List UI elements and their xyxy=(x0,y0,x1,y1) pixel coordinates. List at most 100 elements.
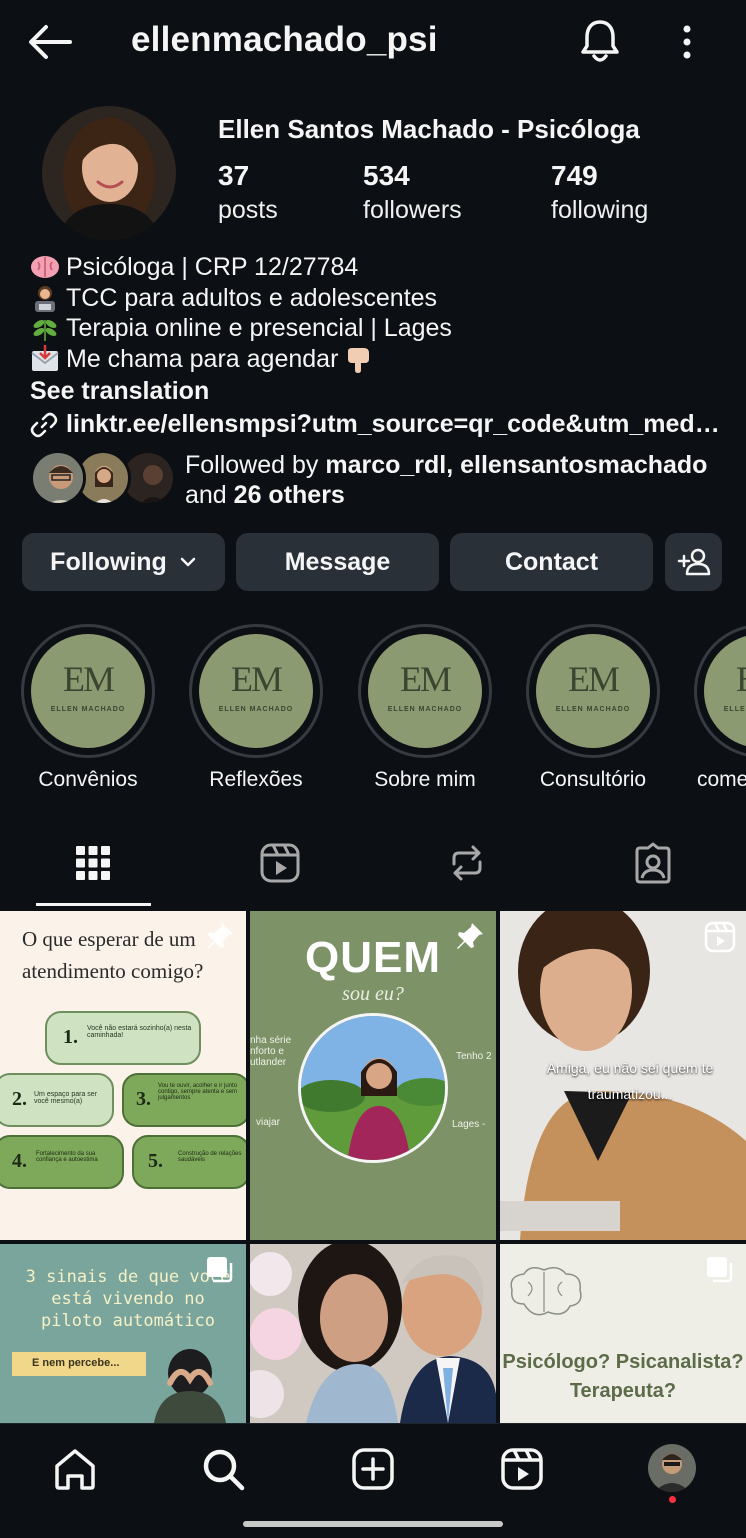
post-side-line: utlander xyxy=(250,1057,287,1068)
post-photo xyxy=(250,1244,496,1423)
profile-nav-avatar[interactable] xyxy=(648,1444,696,1492)
top-bar: ellenmachado_psi xyxy=(0,0,746,84)
highlight-monogram: EM xyxy=(704,658,746,700)
notification-bell-icon[interactable] xyxy=(578,18,622,64)
bio-line: Me chama para agendar xyxy=(30,344,452,375)
profile-link[interactable]: linktr.ee/ellensmpsi?utm_source=qr_code&… xyxy=(30,410,720,439)
post-title: O que esperar de um atendimento comigo? xyxy=(22,927,204,983)
highlight-label: come xyxy=(697,768,746,791)
brain-emoji-icon xyxy=(30,253,60,281)
more-options-icon[interactable] xyxy=(672,22,702,62)
post-item-text: Vou te ouvir, acolher e ir junto contigo… xyxy=(158,1083,238,1101)
bio-line: Psicóloga | CRP 12/27784 xyxy=(30,252,452,283)
tab-posts-grid[interactable] xyxy=(72,842,114,884)
technologist-emoji-icon xyxy=(30,284,60,312)
herb-emoji-icon xyxy=(30,314,60,342)
highlight-come[interactable]: EM ELLEN MACHADO come xyxy=(694,624,746,792)
tab-tagged[interactable] xyxy=(632,842,674,884)
search-icon[interactable] xyxy=(200,1446,246,1492)
suggested-people-button[interactable] xyxy=(665,533,722,591)
add-person-icon xyxy=(677,548,711,576)
post-subtitle: sou eu? xyxy=(342,983,404,1005)
following-label: following xyxy=(551,196,649,224)
post-tag: E nem percebe... xyxy=(12,1352,146,1376)
profile-tabs xyxy=(0,826,746,908)
post-side-line: nha série xyxy=(250,1035,292,1046)
highlight-convenios[interactable]: EM ELLEN MACHADO Convênios xyxy=(21,624,155,792)
create-post-icon[interactable] xyxy=(350,1446,396,1492)
highlight-cover-name: ELLEN MACHADO xyxy=(218,706,294,713)
home-icon[interactable] xyxy=(52,1446,98,1492)
back-arrow-icon[interactable] xyxy=(26,22,74,62)
highlight-cover-name: ELLEN MACHADO xyxy=(555,706,631,713)
highlight-sobre-mim[interactable]: EM ELLEN MACHADO Sobre mim xyxy=(358,624,492,792)
post-item-number: 1. xyxy=(63,1026,78,1048)
repost-icon xyxy=(446,842,488,884)
highlight-cover-name: ELLEN MACHADO xyxy=(387,706,463,713)
tagged-person-icon xyxy=(632,842,674,884)
inbox-emoji-icon xyxy=(30,344,60,373)
followers-stat[interactable]: 534 followers xyxy=(363,160,462,225)
pinned-post-icon xyxy=(204,921,236,953)
carousel-icon xyxy=(704,1254,736,1286)
highlight-reflexoes[interactable]: EM ELLEN MACHADO Reflexões xyxy=(189,624,323,792)
reels-nav-icon[interactable] xyxy=(499,1446,545,1492)
bio-line: Terapia online e presencial | Lages xyxy=(30,313,452,344)
post-item-text: Você não estará sozinho(a) nesta caminha… xyxy=(87,1025,192,1039)
highlight-monogram: EM xyxy=(568,659,620,699)
post-tile[interactable]: 3 sinais de que você está vivendo no pil… xyxy=(0,1244,246,1423)
link-icon xyxy=(30,411,58,439)
reels-icon xyxy=(259,842,301,884)
following-stat[interactable]: 749 following xyxy=(551,160,648,225)
post-list-item: 3. Vou te ouvir, acolher e ir junto cont… xyxy=(122,1073,246,1127)
post-tile[interactable]: Amiga, eu não sei quem te traumatizou... xyxy=(500,911,746,1240)
followed-by-text[interactable]: Followed by marco_rdl, ellensantosmachad… xyxy=(185,450,725,510)
highlight-cover: EM ELLEN MACHADO xyxy=(704,634,746,748)
tab-reposts[interactable] xyxy=(446,842,488,884)
highlight-ring: EM ELLEN MACHADO xyxy=(526,624,660,758)
carousel-icon xyxy=(204,1254,236,1286)
see-translation-link[interactable]: See translation xyxy=(30,376,452,407)
mutual-followers-avatars[interactable] xyxy=(30,450,176,508)
post-side-line: Tenho 2 xyxy=(456,1051,492,1062)
bio-line: TCC para adultos e adolescentes xyxy=(30,283,452,314)
grid-icon xyxy=(72,842,114,884)
highlight-cover: EM ELLEN MACHADO xyxy=(199,634,313,748)
post-item-text: Um espaço para ser você mesmo(a) xyxy=(34,1091,98,1105)
profile-avatar[interactable] xyxy=(42,106,176,240)
posts-count: 37 xyxy=(218,160,250,191)
posts-grid: O que esperar de um atendimento comigo? … xyxy=(0,911,746,1423)
highlight-monogram: EM xyxy=(400,659,452,699)
profile-full-name: Ellen Santos Machado - Psicóloga xyxy=(218,114,640,144)
posts-stat[interactable]: 37 posts xyxy=(218,160,278,225)
post-tile[interactable]: Psicólogo? Psicanalista? Terapeuta? xyxy=(500,1244,746,1423)
highlight-cover: EM ELLEN MACHADO xyxy=(536,634,650,748)
profile-link-text[interactable]: linktr.ee/ellensmpsi?utm_source=qr_code&… xyxy=(66,410,720,439)
contact-button-label: Contact xyxy=(504,547,599,576)
active-tab-indicator xyxy=(36,903,151,906)
post-tile[interactable] xyxy=(250,1244,496,1423)
tab-reels[interactable] xyxy=(259,842,301,884)
post-item-number: 5. xyxy=(148,1150,163,1172)
post-tile[interactable]: O que esperar de um atendimento comigo? … xyxy=(0,911,246,1240)
followers-label: followers xyxy=(363,196,462,224)
highlight-monogram: EM xyxy=(63,659,115,699)
post-illustration xyxy=(154,1349,226,1423)
pointing-down-emoji-icon xyxy=(344,345,374,373)
highlight-monogram: EM xyxy=(231,659,283,699)
highlight-consultorio[interactable]: EM ELLEN MACHADO Consultório xyxy=(526,624,660,792)
brain-illustration-icon xyxy=(510,1267,582,1316)
profile-bio: Psicóloga | CRP 12/27784 TCC para adulto… xyxy=(30,252,452,407)
bio-text: TCC para adultos e adolescentes xyxy=(66,283,438,312)
reel-icon xyxy=(704,921,736,953)
highlight-label: Reflexões xyxy=(209,768,303,791)
following-button-label: Following xyxy=(50,547,167,576)
post-item-number: 4. xyxy=(12,1150,27,1172)
post-tile[interactable]: QUEM sou eu? nha série nforto e utlander… xyxy=(250,911,496,1240)
message-button[interactable]: Message xyxy=(236,533,439,591)
contact-button[interactable]: Contact xyxy=(450,533,653,591)
following-button[interactable]: Following xyxy=(22,533,225,591)
post-side-line: nforto e xyxy=(250,1046,284,1057)
post-item-text: Construção de relações saudáveis xyxy=(178,1151,242,1163)
post-side-line: Lages - xyxy=(452,1119,486,1130)
